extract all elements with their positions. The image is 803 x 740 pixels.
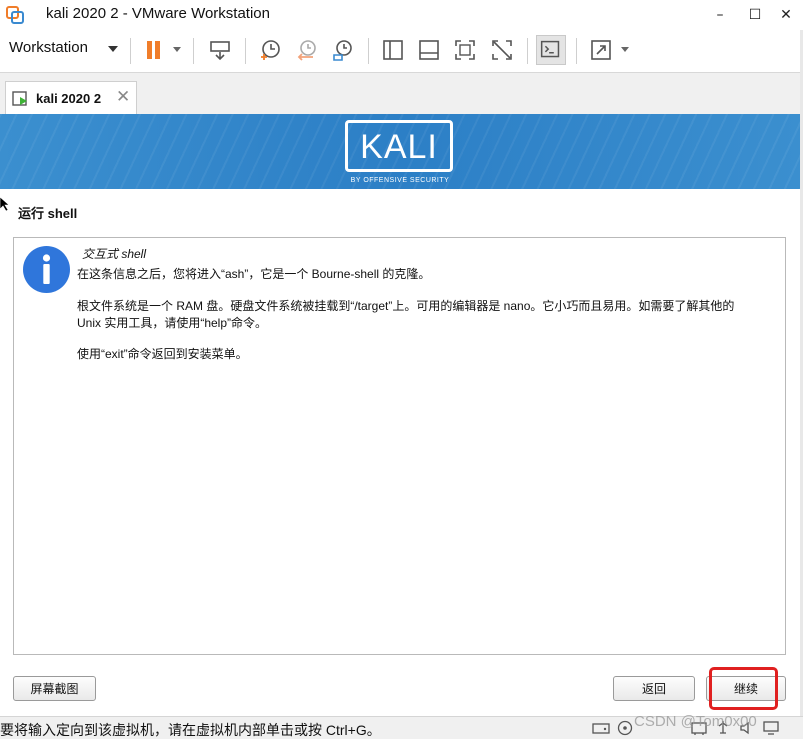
revert-snapshot-button[interactable] — [292, 35, 322, 65]
terminal-icon — [540, 40, 560, 58]
title-bar: kali 2020 2 - VMware Workstation – ☐ ✕ — [0, 0, 803, 30]
fullscreen-icon — [455, 40, 475, 60]
tab-strip: kali 2020 2 ✕ — [0, 73, 803, 115]
kali-banner: KALI BY OFFENSIVE SECURITY — [0, 114, 800, 189]
kali-logo: KALI — [345, 120, 453, 172]
toolbar-divider — [576, 38, 577, 64]
window-title: kali 2020 2 - VMware Workstation — [46, 5, 270, 22]
send-ctrl-alt-del-button[interactable] — [205, 35, 235, 65]
hard-disk-icon[interactable] — [592, 720, 610, 736]
keyboard-send-icon — [210, 41, 230, 61]
cd-dvd-icon[interactable] — [616, 720, 634, 736]
thumbnail-bar-button[interactable] — [414, 35, 444, 65]
chevron-down-icon[interactable] — [173, 47, 181, 52]
toolbar: Workstation — [0, 30, 803, 73]
toolbar-divider — [245, 38, 246, 64]
kali-logo-text: KALI — [360, 128, 438, 166]
snapshot-manager-icon — [333, 40, 352, 61]
stretch-view-button[interactable] — [586, 35, 616, 65]
minimize-button[interactable]: – — [700, 2, 740, 28]
tab-kali-2020-2[interactable]: kali 2020 2 ✕ — [5, 81, 137, 115]
info-icon — [23, 246, 70, 293]
unity-mode-icon — [492, 40, 512, 60]
full-screen-button[interactable] — [450, 35, 480, 65]
pause-icon — [147, 41, 160, 59]
bottom-panel-icon — [419, 40, 439, 60]
show-library-button[interactable] — [378, 35, 408, 65]
console-view-button[interactable] — [536, 35, 566, 65]
workstation-menu[interactable]: Workstation — [9, 39, 88, 56]
pause-button[interactable] — [140, 35, 170, 65]
dialog-title: 交互式 shell — [82, 247, 147, 261]
toolbar-divider — [368, 38, 369, 64]
screenshot-button[interactable]: 屏幕截图 — [13, 676, 96, 701]
info-paragraph-2-line-2: Unix 实用工具，请使用“help”命令。 — [77, 316, 268, 330]
close-tab-icon[interactable]: ✕ — [116, 87, 130, 107]
chevron-down-icon[interactable] — [621, 47, 629, 52]
vmware-app-icon — [6, 6, 24, 24]
mouse-cursor-icon — [0, 197, 10, 211]
vm-running-icon — [12, 91, 27, 106]
info-paragraph-2-line-1: 根文件系统是一个 RAM 盘。硬盘文件系统被挂载到“/target”上。可用的编… — [77, 299, 735, 313]
info-paragraph-3: 使用“exit”命令返回到安装菜单。 — [77, 347, 248, 361]
revert-snapshot-icon — [297, 40, 316, 61]
tab-label: kali 2020 2 — [36, 91, 102, 106]
snapshot-manager-button[interactable] — [328, 35, 358, 65]
toolbar-divider — [193, 38, 194, 64]
chevron-down-icon[interactable] — [108, 46, 118, 52]
annotation-highlight-box — [709, 667, 778, 710]
info-paragraph-1: 在这条信息之后，您将进入“ash”，它是一个 Bourne-shell 的克隆。 — [77, 267, 431, 281]
display-icon[interactable] — [762, 720, 780, 736]
back-button[interactable]: 返回 — [613, 676, 695, 701]
close-window-button[interactable]: ✕ — [766, 2, 803, 28]
snapshot-button[interactable] — [255, 35, 285, 65]
kali-logo-subtitle: BY OFFENSIVE SECURITY — [350, 177, 450, 184]
sidebar-layout-icon — [383, 40, 403, 60]
toolbar-divider — [527, 38, 528, 64]
unity-button[interactable] — [487, 35, 517, 65]
clock-snapshot-icon — [261, 40, 280, 60]
section-title: 运行 shell — [18, 206, 78, 221]
toolbar-divider — [130, 38, 131, 64]
status-message: 要将输入定向到该虚拟机，请在虚拟机内部单击或按 Ctrl+G。 — [0, 722, 381, 738]
stretch-icon — [591, 40, 611, 60]
csdn-watermark: CSDN @Tom0x00 — [634, 713, 757, 730]
